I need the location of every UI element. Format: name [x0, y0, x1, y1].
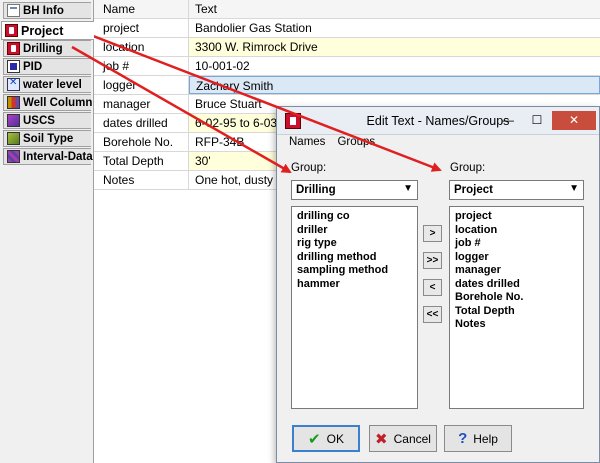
pid-icon [7, 60, 20, 73]
tab-label: PID [23, 60, 43, 73]
tab-label: Interval-Data [23, 150, 93, 163]
well-column-icon [7, 96, 20, 109]
close-button[interactable]: ✕ [552, 111, 596, 130]
help-label: Help [473, 431, 498, 446]
tab-water-level[interactable]: water level [3, 76, 91, 93]
tab-uscs[interactable]: USCS [3, 112, 91, 129]
right-group-select[interactable]: Project ▼ [449, 180, 584, 200]
move-left-button[interactable]: < [423, 279, 442, 296]
project-icon [5, 24, 18, 37]
interval-data-icon [7, 150, 20, 163]
menu-groups[interactable]: Groups [337, 136, 375, 148]
list-item[interactable]: Notes [455, 318, 583, 332]
cancel-x-icon: ✖ [375, 430, 388, 448]
list-item[interactable]: Borehole No. [455, 291, 583, 305]
list-item[interactable]: hammer [297, 278, 417, 292]
checkmark-icon: ✔ [308, 430, 321, 448]
tab-pid[interactable]: PID [3, 58, 91, 75]
move-all-right-button[interactable]: >> [423, 252, 442, 269]
left-group-label: Group: [291, 162, 327, 174]
bh-info-icon [7, 4, 20, 17]
ok-button[interactable]: ✔ OK [292, 425, 360, 452]
uscs-icon [7, 114, 20, 127]
list-item[interactable]: manager [455, 264, 583, 278]
row-name: job # [94, 57, 189, 75]
row-text[interactable]: 3300 W. Rimrock Drive [189, 38, 600, 56]
tab-label: Well Column [23, 96, 93, 109]
move-right-button[interactable]: > [423, 225, 442, 242]
section-tabs: BH Info Project Drilling PID water level… [0, 0, 94, 463]
right-group-value: Project [454, 184, 493, 196]
dialog-title: Edit Text - Names/Groups [366, 114, 510, 128]
edit-text-dialog: Edit Text - Names/Groups — ☐ ✕ Names Gro… [276, 106, 600, 463]
move-all-left-button[interactable]: << [423, 306, 442, 323]
row-text[interactable]: Zachary Smith [189, 76, 600, 94]
right-names-list[interactable]: project location job # logger manager da… [449, 206, 584, 409]
cancel-button[interactable]: ✖ Cancel [369, 425, 437, 452]
row-name: project [94, 19, 189, 37]
help-question-icon: ? [458, 430, 468, 447]
soil-type-icon [7, 132, 20, 145]
list-item[interactable]: project [455, 210, 583, 224]
row-name: location [94, 38, 189, 56]
list-item[interactable]: job # [455, 237, 583, 251]
list-item[interactable]: location [455, 224, 583, 238]
tab-label: USCS [23, 114, 55, 127]
row-name: Borehole No. [94, 133, 189, 151]
tab-label: water level [23, 78, 82, 91]
column-header-name[interactable]: Name [94, 0, 189, 18]
table-row[interactable]: logger Zachary Smith [94, 76, 600, 95]
table-row[interactable]: location 3300 W. Rimrock Drive [94, 38, 600, 57]
dialog-menubar: Names Groups [289, 136, 375, 148]
right-group-label: Group: [450, 162, 486, 174]
tab-interval-data[interactable]: Interval-Data [3, 148, 93, 165]
list-item[interactable]: driller [297, 224, 417, 238]
row-name: Notes [94, 171, 189, 189]
table-row[interactable]: job # 10-001-02 [94, 57, 600, 76]
tab-soil-type[interactable]: Soil Type [3, 130, 91, 147]
list-item[interactable]: rig type [297, 237, 417, 251]
row-name: manager [94, 95, 189, 113]
row-text[interactable]: 10-001-02 [189, 57, 600, 75]
tab-well-column[interactable]: Well Column [3, 94, 93, 111]
row-text[interactable]: Bandolier Gas Station [189, 19, 600, 37]
tab-label: Drilling [23, 42, 63, 55]
table-row[interactable]: project Bandolier Gas Station [94, 19, 600, 38]
grid-header: Name Text [94, 0, 600, 19]
minimize-button[interactable]: — [495, 111, 521, 130]
ok-label: OK [326, 431, 344, 446]
list-item[interactable]: dates drilled [455, 278, 583, 292]
list-item[interactable]: logger [455, 251, 583, 265]
column-header-text[interactable]: Text [189, 0, 600, 18]
help-button[interactable]: ? Help [444, 425, 512, 452]
row-name: dates drilled [94, 114, 189, 132]
left-names-list[interactable]: drilling co driller rig type drilling me… [291, 206, 418, 409]
dialog-titlebar[interactable]: Edit Text - Names/Groups — ☐ ✕ [277, 107, 599, 135]
tab-label: Soil Type [23, 132, 74, 145]
maximize-button[interactable]: ☐ [524, 111, 550, 130]
tab-drilling[interactable]: Drilling [3, 40, 91, 57]
list-item[interactable]: drilling co [297, 210, 417, 224]
chevron-down-icon: ▼ [569, 183, 579, 194]
tab-label: BH Info [23, 4, 64, 17]
row-name: Total Depth [94, 152, 189, 170]
left-group-select[interactable]: Drilling ▼ [291, 180, 418, 200]
tab-project[interactable]: Project [1, 21, 94, 40]
cancel-label: Cancel [393, 431, 431, 446]
tab-bh-info[interactable]: BH Info [3, 2, 91, 19]
tab-label: Project [21, 23, 64, 38]
left-group-value: Drilling [296, 184, 336, 196]
water-level-icon [7, 77, 20, 91]
drilling-icon [7, 42, 20, 55]
menu-names[interactable]: Names [289, 136, 325, 148]
row-name: logger [94, 76, 189, 94]
list-item[interactable]: sampling method [297, 264, 417, 278]
list-item[interactable]: Total Depth [455, 305, 583, 319]
chevron-down-icon: ▼ [403, 183, 413, 194]
list-item[interactable]: drilling method [297, 251, 417, 265]
